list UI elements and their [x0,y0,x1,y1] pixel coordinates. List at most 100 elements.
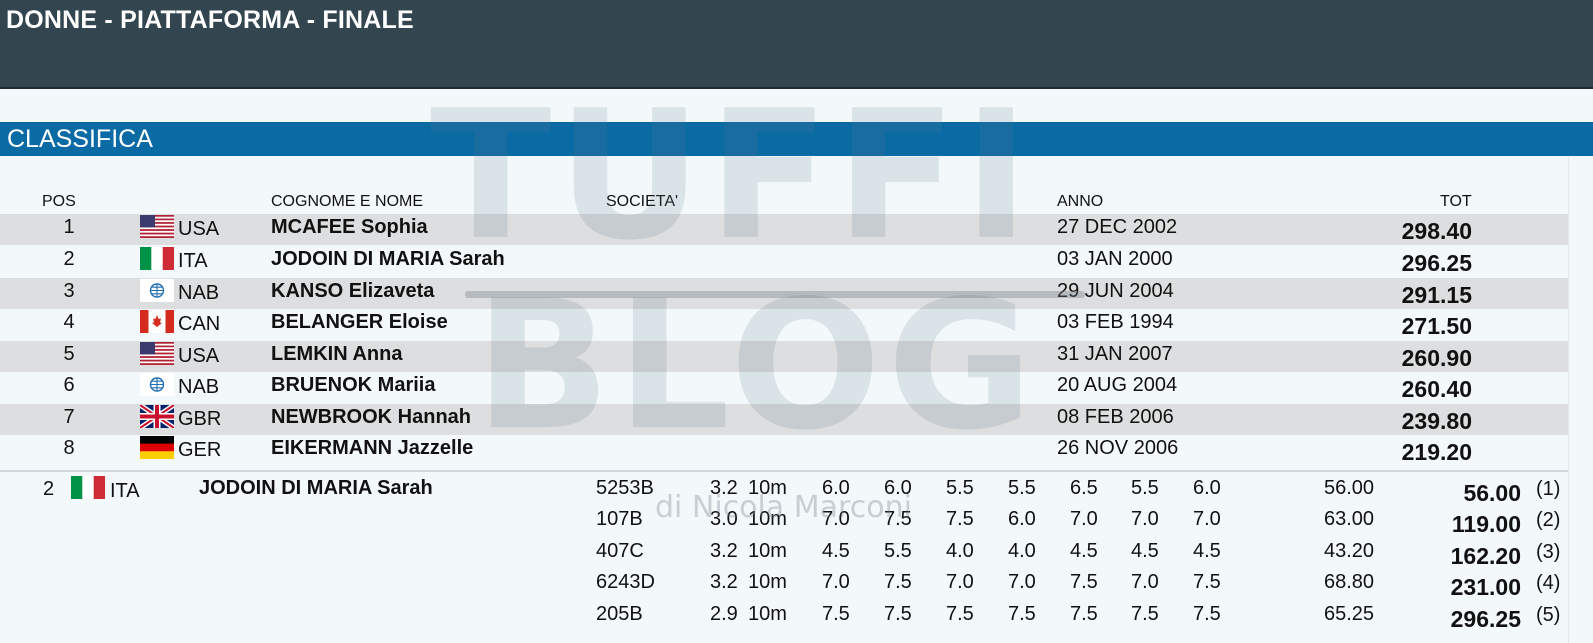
athlete-name: MCAFEE Sophia [271,216,428,238]
nation-code: ITA [178,250,208,272]
judge-score: 7.5 [1193,571,1221,593]
table-divider [0,470,1568,472]
athlete-name: KANSO Elizaveta [271,280,435,302]
dive-points: 68.80 [1324,571,1375,593]
section-title: CLASSIFICA [7,125,153,153]
cumulative-score: 162.20 [1450,543,1521,569]
dive-height: 10m [748,508,787,530]
ranking-row[interactable]: 5 USA LEMKIN Anna 31 JAN 2007 260.90 [0,341,1568,372]
ranking-row[interactable]: 4 CAN BELANGER Eloise 03 FEB 1994 271.50 [0,309,1568,340]
judge-score: 4.5 [1131,540,1159,562]
dive-code: 407C [596,540,644,562]
judge-score: 4.5 [1070,540,1098,562]
rank-position: 7 [63,406,75,428]
dive-code: 205B [596,603,643,625]
judge-score: 7.5 [1070,603,1098,625]
nab-flag-icon [140,279,174,302]
rank-position: 5 [63,343,75,365]
cumulative-score: 119.00 [1451,511,1521,537]
nation-code: USA [178,345,220,367]
total-score: 296.25 [1401,250,1472,276]
athlete-name: EIKERMANN Jazzelle [271,437,474,459]
judge-score: 7.5 [946,508,974,530]
dive-difficulty: 3.0 [710,508,738,530]
dive-points: 56.00 [1324,477,1375,499]
ranking-row[interactable]: 8 GER EIKERMANN Jazzelle 26 NOV 2006 219.20 [0,435,1568,466]
total-score: 271.50 [1401,313,1472,339]
dive-code: 107B [596,508,643,530]
nation-code: USA [178,218,220,240]
ranking-row[interactable]: 1 USA MCAFEE Sophia 27 DEC 2002 298.40 [0,214,1568,245]
dive-difficulty: 2.9 [710,603,738,625]
judge-score: 6.0 [822,477,850,499]
judge-score: 5.5 [884,540,912,562]
nation-code: GBR [178,408,222,430]
round-number: (4) [1536,572,1561,594]
ranking-row[interactable]: 7 GBR NEWBROOK Hannah 08 FEB 2006 239.80 [0,404,1568,435]
ita-flag-icon [140,247,174,270]
column-header-pos: POS [42,193,76,210]
judge-score: 7.5 [884,571,912,593]
total-score: 260.90 [1401,345,1472,371]
judge-score: 7.5 [822,603,850,625]
dive-difficulty: 3.2 [710,540,738,562]
judge-score: 7.5 [946,603,974,625]
dive-difficulty: 3.2 [710,571,738,593]
judge-score: 4.0 [1008,540,1036,562]
judge-score: 5.5 [946,477,974,499]
rank-position: 1 [63,216,75,238]
judge-score: 7.0 [822,508,850,530]
rank-position: 3 [63,280,75,302]
judge-score: 5.5 [1131,477,1159,499]
watermark-bar [465,291,1085,298]
athlete-name: JODOIN DI MARIA Sarah [271,248,505,270]
usa-flag-icon [140,215,174,238]
dive-height: 10m [748,603,787,625]
ita-flag-icon [71,476,105,499]
dive-height: 10m [748,477,787,499]
judge-score: 6.5 [1070,477,1098,499]
column-header-name: COGNOME E NOME [271,193,424,210]
nation-code: NAB [178,282,220,304]
judge-score: 7.5 [884,508,912,530]
judge-score: 7.5 [884,603,912,625]
birth-date: 03 JAN 2000 [1057,248,1173,270]
dive-points: 43.20 [1324,540,1375,562]
gbr-flag-icon [140,405,174,428]
dive-code: 6243D [596,571,655,593]
column-header-year: ANNO [1057,193,1104,210]
ranking-row[interactable]: 6 NAB BRUENOK Mariia 20 AUG 2004 260.40 [0,372,1568,403]
judge-score: 7.0 [1131,571,1159,593]
total-score: 239.80 [1401,408,1472,434]
judge-score: 7.5 [1008,603,1036,625]
dive-difficulty: 3.2 [710,477,738,499]
total-score: 291.15 [1401,282,1472,308]
can-flag-icon [140,310,174,333]
judge-score: 4.5 [1193,540,1221,562]
dive-height: 10m [748,571,787,593]
judge-score: 4.0 [946,540,974,562]
ranking-row[interactable]: 2 ITA JODOIN DI MARIA Sarah 03 JAN 2000 296.… [0,246,1568,277]
judge-score: 7.5 [1131,603,1159,625]
header-bar: DONNE - PIATTAFORMA - FINALE [0,0,1593,87]
column-header-tot: TOT [1440,193,1472,210]
judge-score: 5.5 [1008,477,1036,499]
birth-date: 03 FEB 1994 [1057,311,1174,333]
ger-flag-icon [140,436,174,459]
cumulative-score: 56.00 [1463,480,1521,506]
page-title: DONNE - PIATTAFORMA - FINALE [6,6,414,34]
detail-position: 2 [43,478,55,500]
header-divider [0,87,1593,89]
right-border [1568,156,1569,643]
nation-code: NAB [178,376,220,398]
round-number: (1) [1536,478,1561,500]
rank-position: 6 [63,374,75,396]
cumulative-score: 296.25 [1450,606,1521,632]
nation-code: CAN [178,313,221,335]
round-number: (3) [1536,541,1561,563]
total-score: 219.20 [1401,439,1472,465]
judge-score: 7.0 [1070,508,1098,530]
judge-score: 4.5 [822,540,850,562]
detail-athlete-name: JODOIN DI MARIA Sarah [199,477,433,499]
usa-flag-icon [140,342,174,365]
